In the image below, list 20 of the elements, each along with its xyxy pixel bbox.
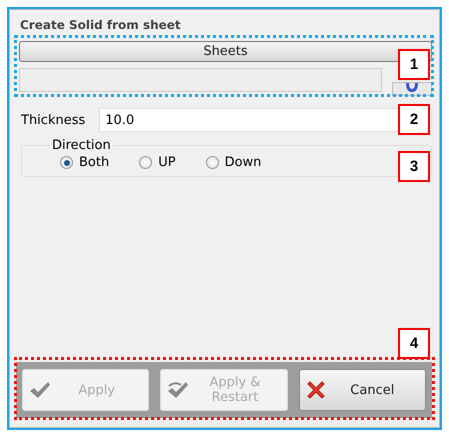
radio-option[interactable]: Down xyxy=(206,155,262,170)
direction-label: Direction xyxy=(51,138,112,153)
pick-button[interactable] xyxy=(392,82,432,96)
pick-icon xyxy=(404,83,420,95)
checkmark-icon xyxy=(29,381,51,399)
thickness-label: Thickness xyxy=(21,112,86,128)
callout-number: 1 xyxy=(398,49,430,80)
cancel-button[interactable]: Cancel xyxy=(298,369,426,411)
radio-button[interactable] xyxy=(60,156,73,169)
callout-number: 2 xyxy=(398,104,430,135)
radio-option[interactable]: UP xyxy=(139,155,176,170)
radio-option[interactable]: Both xyxy=(60,155,110,170)
sheet-field[interactable] xyxy=(19,68,382,92)
callout-number: 3 xyxy=(398,151,430,182)
window-title: Create Solid from sheet xyxy=(20,18,182,32)
radio-button[interactable] xyxy=(139,156,152,169)
checkmark-arrows-icon xyxy=(167,381,190,399)
cross-icon xyxy=(306,380,326,400)
radio-button[interactable] xyxy=(206,156,219,169)
callout-number: 4 xyxy=(398,328,430,359)
